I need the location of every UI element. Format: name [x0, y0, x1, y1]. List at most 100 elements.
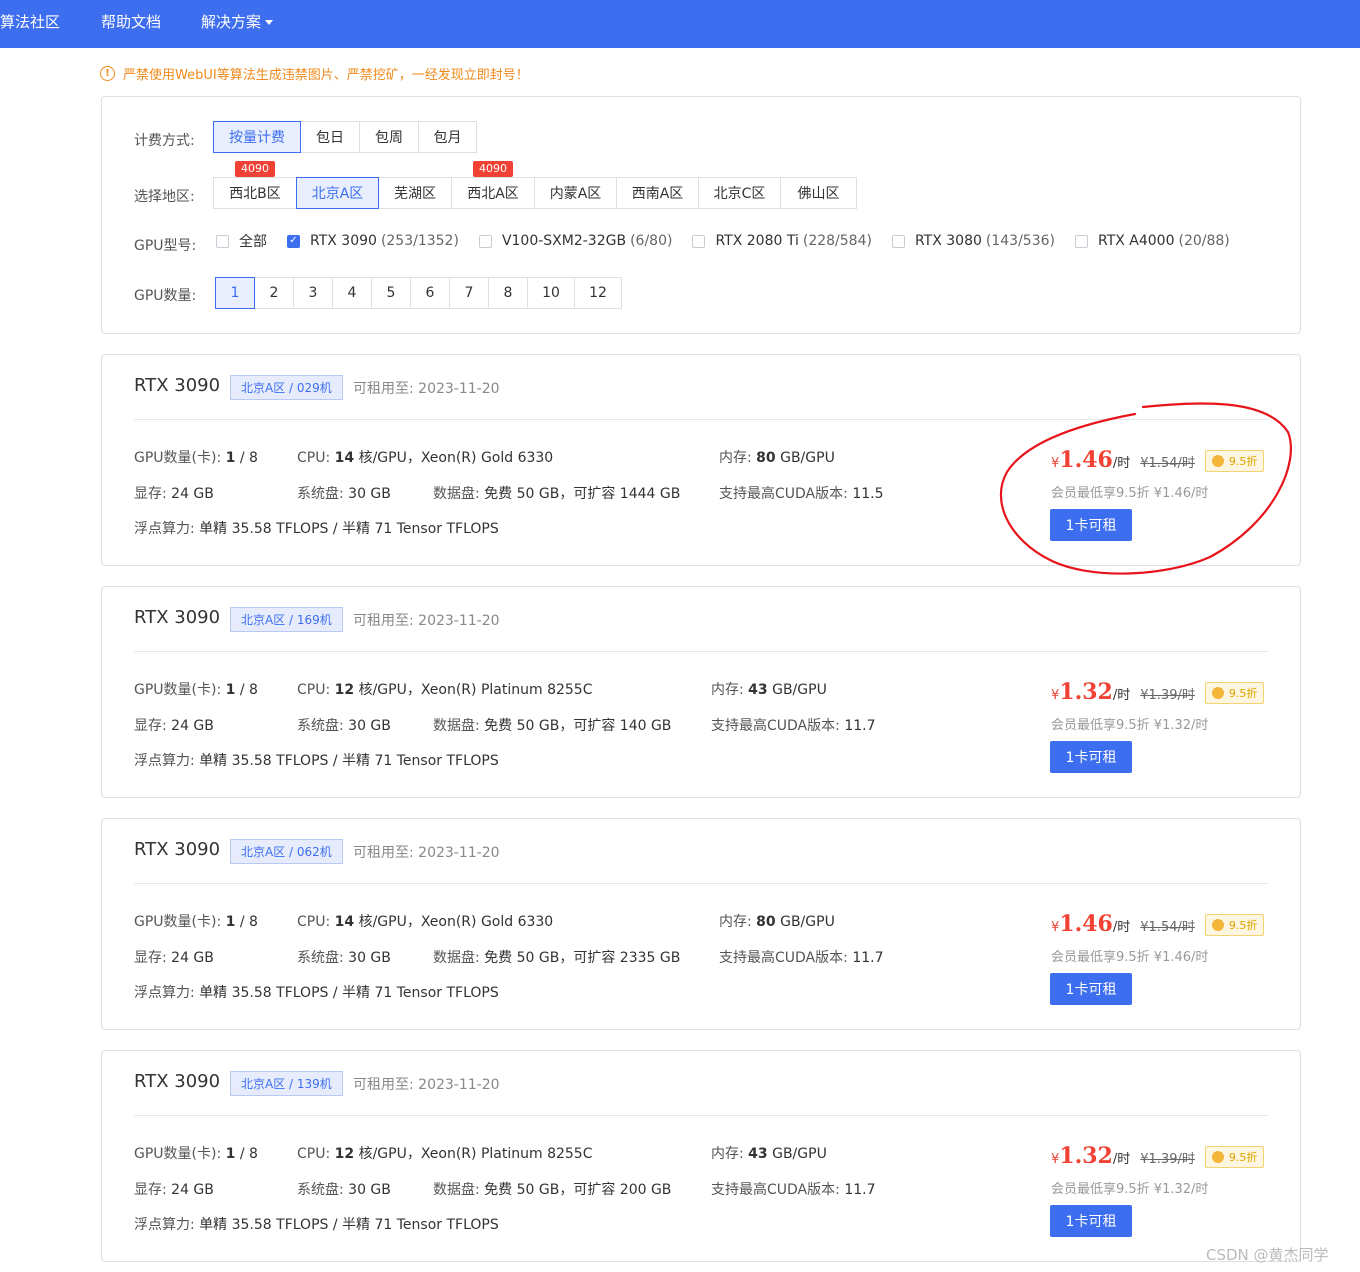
- spec-label: 浮点算力:: [134, 753, 195, 769]
- spec-label: 系统盘:: [297, 1182, 344, 1198]
- spec-system-disk: 系统盘: 30 GB: [297, 483, 391, 503]
- price-currency: ¥: [1051, 688, 1060, 703]
- avail-label: 可租用至:: [353, 613, 414, 629]
- original-price: ¥1.54/时: [1140, 920, 1195, 935]
- price-value: 1.46: [1059, 911, 1113, 937]
- machine-card: RTX 3090 北京A区 / 029机 可租用至: 2023-11-20 GP…: [101, 354, 1301, 566]
- gpu-count-option[interactable]: 6: [410, 277, 450, 309]
- spec-cuda: 支持最高CUDA版本: 11.7: [711, 715, 875, 735]
- spec-value: 11.7: [844, 1182, 876, 1198]
- billing-option-monthly[interactable]: 包月: [418, 121, 477, 153]
- spec-value: 43: [748, 682, 768, 698]
- card-available-until: 可租用至: 2023-11-20: [353, 610, 500, 630]
- spec-value: 核/GPU，Xeon(R) Gold 6330: [354, 450, 554, 466]
- gpu-count-option[interactable]: 8: [488, 277, 528, 309]
- discount-badge: 9.5折: [1204, 682, 1265, 704]
- nav-solutions[interactable]: 解决方案: [201, 11, 274, 32]
- rent-button[interactable]: 1卡可租: [1050, 741, 1132, 773]
- spec-value: 30 GB: [348, 950, 391, 966]
- gpu-type-all[interactable]: 全部: [216, 231, 267, 251]
- spec-vram: 显存: 24 GB: [134, 1179, 214, 1199]
- spec-gpu-count: GPU数量(卡): 1 / 8: [134, 679, 258, 699]
- spec-gpu-count: GPU数量(卡): 1 / 8: [134, 911, 258, 931]
- gpu-type-v100[interactable]: V100-SXM2-32GB (6/80): [478, 233, 672, 249]
- checkbox-icon[interactable]: [891, 234, 905, 248]
- region-option-beijing-c[interactable]: 北京C区: [698, 177, 781, 209]
- gpu-type-rtx3080[interactable]: RTX 3080 (143/536): [891, 233, 1055, 249]
- region-option-label: 西北B区: [229, 186, 281, 202]
- gpu-count-option[interactable]: 2: [254, 277, 294, 309]
- region-option-foshan[interactable]: 佛山区: [780, 177, 857, 209]
- region-option-wuhu[interactable]: 芜湖区: [378, 177, 452, 209]
- spec-label: 支持最高CUDA版本:: [711, 718, 840, 734]
- spec-label: 支持最高CUDA版本:: [719, 486, 848, 502]
- billing-option-pay-as-you-go[interactable]: 按量计费: [213, 121, 301, 153]
- original-price: ¥1.39/时: [1140, 1152, 1195, 1167]
- billing-option-daily[interactable]: 包日: [300, 121, 360, 153]
- region-option-southwest-a[interactable]: 西南A区: [616, 177, 699, 209]
- discount-text: 9.5折: [1228, 1151, 1258, 1164]
- coin-icon: [1211, 919, 1224, 931]
- spec-label: 数据盘:: [433, 486, 480, 502]
- card-divider: [134, 419, 1268, 420]
- gpu-count-option[interactable]: 4: [332, 277, 372, 309]
- spec-gpu-count: GPU数量(卡): 1 / 8: [134, 447, 258, 467]
- spec-data-disk: 数据盘: 免费 50 GB，可扩容 200 GB: [433, 1179, 671, 1199]
- spec-value: 24 GB: [171, 950, 214, 966]
- spec-value: 免费 50 GB，可扩容 140 GB: [484, 718, 672, 734]
- gpu-count-option[interactable]: 3: [293, 277, 333, 309]
- price-value: 1.32: [1059, 1143, 1113, 1169]
- rent-button[interactable]: 1卡可租: [1050, 973, 1132, 1005]
- discount-text: 9.5折: [1228, 687, 1258, 700]
- gpu-count-option[interactable]: 12: [574, 277, 622, 309]
- rent-button[interactable]: 1卡可租: [1050, 1205, 1132, 1237]
- rent-button[interactable]: 1卡可租: [1050, 509, 1132, 541]
- checkbox-icon[interactable]: [216, 234, 229, 248]
- gpu-count-option[interactable]: 7: [449, 277, 489, 309]
- spec-value: / 8: [235, 1146, 258, 1162]
- watermark: CSDN @黄杰同学: [1206, 1246, 1329, 1264]
- gpu-type-rtxa4000[interactable]: RTX A4000 (20/88): [1074, 233, 1230, 249]
- spec-label: 系统盘:: [297, 718, 344, 734]
- spec-value: 24 GB: [171, 718, 214, 734]
- gpu-type-label-text: RTX 3080: [914, 233, 982, 249]
- region-option-northwest-a[interactable]: 4090 西北A区: [451, 161, 535, 209]
- spec-label: 显存:: [134, 950, 167, 966]
- machine-card: RTX 3090 北京A区 / 139机 可租用至: 2023-11-20 GP…: [101, 1050, 1301, 1262]
- gpu-count-option[interactable]: 1: [215, 277, 255, 309]
- spec-cuda: 支持最高CUDA版本: 11.7: [711, 1179, 875, 1199]
- card-location-badge: 北京A区 / 029机: [230, 375, 343, 400]
- gpu-count-option[interactable]: 10: [527, 277, 575, 309]
- checkbox-icon[interactable]: [478, 234, 492, 248]
- region-option-beijing-a[interactable]: 北京A区: [296, 177, 379, 209]
- gpu-count-option[interactable]: 5: [371, 277, 411, 309]
- checkbox-icon[interactable]: [1074, 234, 1088, 248]
- checkbox-checked-icon[interactable]: ✓: [287, 234, 300, 248]
- checkbox-icon[interactable]: [692, 234, 706, 248]
- spec-vram: 显存: 24 GB: [134, 947, 214, 967]
- spec-value: 12: [334, 682, 355, 698]
- spec-system-disk: 系统盘: 30 GB: [297, 947, 391, 967]
- card-title: RTX 3090: [134, 1071, 221, 1092]
- gpu-type-rtx3090[interactable]: ✓ RTX 3090 (253/1352): [287, 233, 459, 249]
- spec-cpu: CPU: 12 核/GPU，Xeon(R) Platinum 8255C: [297, 679, 592, 699]
- gpu-type-label-text: RTX 2080 Ti: [715, 233, 799, 249]
- gpu-count-options: 1 2 3 4 5 6 7 8 10 12: [215, 277, 622, 309]
- gpu-type-options: 全部 ✓ RTX 3090 (253/1352) V100-SXM2-32GB (6/…: [216, 231, 1250, 251]
- spec-label: 数据盘:: [433, 1182, 480, 1198]
- member-price-note: 会员最低享9.5折 ¥1.46/时: [1051, 486, 1209, 501]
- region-option-inner-mongolia-a[interactable]: 内蒙A区: [534, 177, 617, 209]
- region-tag-badge: 4090: [235, 161, 275, 177]
- nav-algorithm-community[interactable]: 算法社区: [0, 11, 60, 32]
- billing-option-weekly[interactable]: 包周: [359, 121, 419, 153]
- spec-value: 单精 35.58 TFLOPS / 半精 71 Tensor TFLOPS: [199, 985, 499, 1001]
- card-title: RTX 3090: [134, 839, 221, 860]
- gpu-type-rtx2080ti[interactable]: RTX 2080 Ti (228/584): [692, 233, 872, 249]
- spec-value: 11.7: [852, 950, 884, 966]
- spec-memory: 内存: 80 GB/GPU: [719, 911, 835, 931]
- spec-value: 单精 35.58 TFLOPS / 半精 71 Tensor TFLOPS: [199, 521, 499, 537]
- region-option-northwest-b[interactable]: 4090 西北B区: [213, 161, 297, 209]
- spec-gpu-count: GPU数量(卡): 1 / 8: [134, 1143, 258, 1163]
- spec-label: 系统盘:: [297, 486, 344, 502]
- nav-help-docs[interactable]: 帮助文档: [101, 11, 161, 32]
